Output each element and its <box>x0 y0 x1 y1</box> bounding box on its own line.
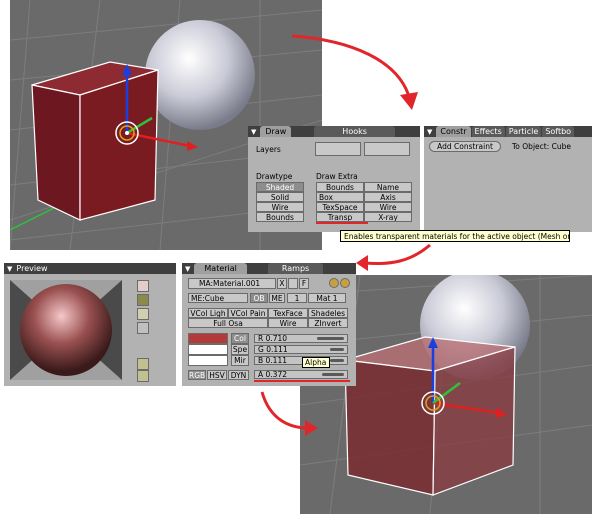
arrow-2-path <box>364 243 431 265</box>
arrow-3-path <box>260 391 309 430</box>
arrow-1-path <box>291 34 412 101</box>
annotation-arrows <box>260 34 431 436</box>
arrow-3-head <box>305 420 318 436</box>
arrow-2-head <box>356 255 368 271</box>
arrow-1-head <box>400 92 418 110</box>
